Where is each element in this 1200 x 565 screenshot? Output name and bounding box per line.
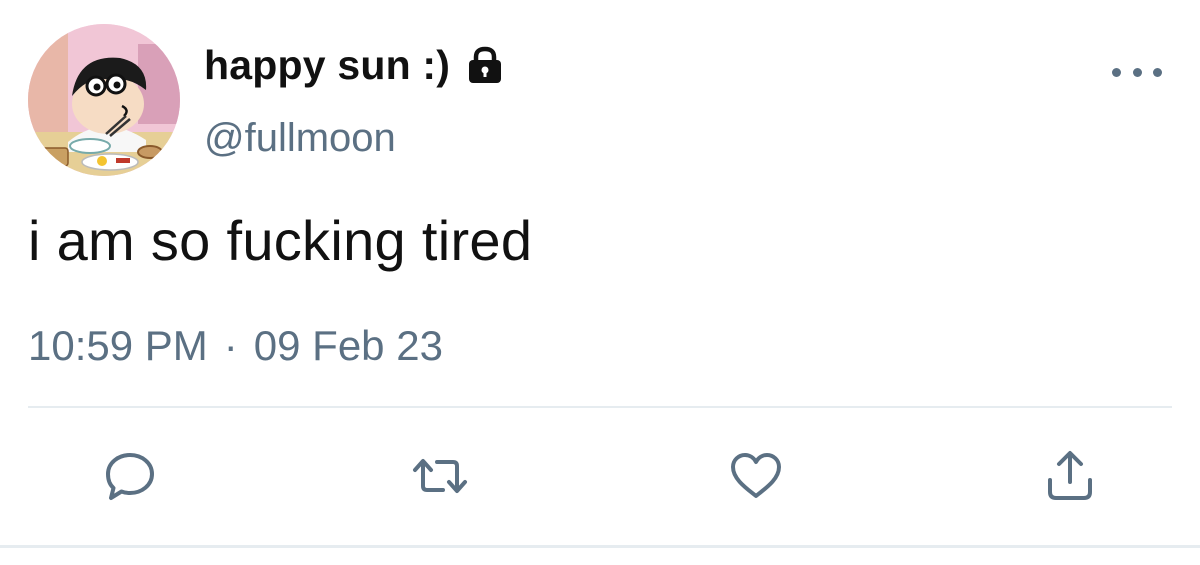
more-options-button[interactable] <box>1112 58 1162 86</box>
divider <box>28 406 1172 408</box>
action-bar <box>0 444 1200 508</box>
reply-button[interactable] <box>98 444 162 508</box>
share-button[interactable] <box>1038 444 1102 508</box>
user-handle[interactable]: @fullmoon <box>204 116 396 161</box>
avatar-image <box>28 24 180 176</box>
retweet-button[interactable] <box>408 444 472 508</box>
heart-icon <box>731 453 781 498</box>
meta-separator: · <box>223 322 238 369</box>
tweet-card: happy sun :) @fullmoon i am so fucking t… <box>0 0 1200 565</box>
tweet-timestamp[interactable]: 10:59 PM · 09 Feb 23 <box>28 322 443 370</box>
tweet-text: i am so fucking tired <box>28 209 533 272</box>
retweet-icon <box>413 459 467 493</box>
like-button[interactable] <box>724 444 788 508</box>
lock-icon <box>464 44 506 86</box>
display-name[interactable]: happy sun :) <box>204 42 450 89</box>
divider <box>0 545 1200 548</box>
share-icon <box>1048 451 1092 500</box>
reply-icon <box>106 453 154 500</box>
tweet-time: 10:59 PM <box>28 322 208 369</box>
display-name-row: happy sun :) <box>204 40 506 90</box>
more-icon-dot <box>1153 67 1162 77</box>
tweet-date: 09 Feb 23 <box>253 322 443 369</box>
avatar[interactable] <box>28 24 180 176</box>
more-icon-dot <box>1112 67 1121 77</box>
more-icon-dot <box>1132 67 1142 77</box>
